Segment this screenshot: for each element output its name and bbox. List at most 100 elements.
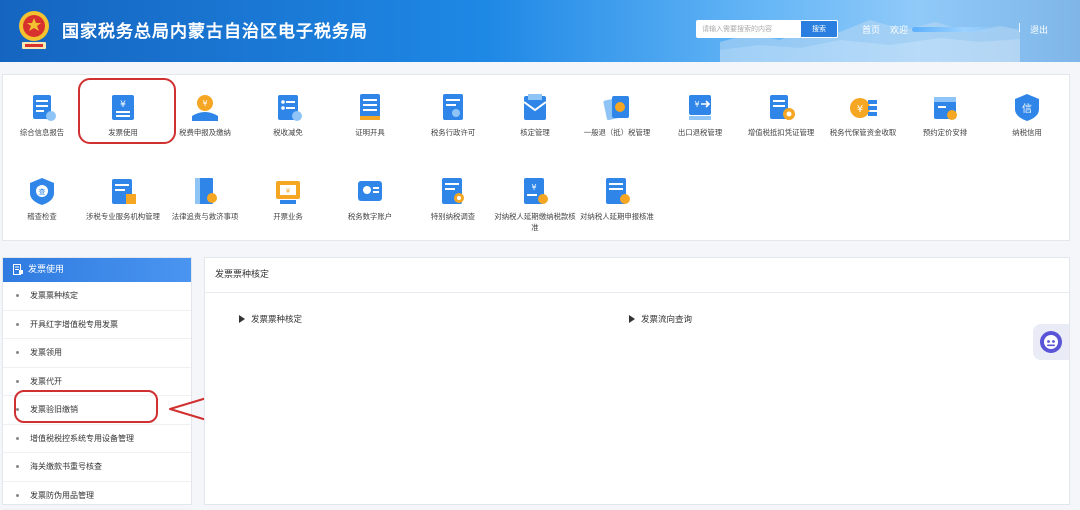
sidebar-menu-label: 开具红字增值税专用发票 — [30, 320, 118, 329]
function-tile-label: 一般退（抵）税管理 — [574, 127, 660, 138]
bullet-icon — [16, 437, 19, 440]
function-tile[interactable]: ¥ 对纳税人延期缴纳税款核准 — [492, 174, 578, 233]
sidebar-title: 发票使用 — [28, 265, 64, 275]
sidebar: 发票使用 发票票种核定开具红字增值税专用发票发票领用发票代开发票验旧缴销增值税税… — [2, 257, 192, 505]
svg-text:¥: ¥ — [531, 183, 536, 192]
refund-icon — [600, 90, 634, 124]
function-tile[interactable]: 对纳税人延期申报核准 — [574, 174, 660, 222]
function-tile[interactable]: 税务行政许可 — [410, 90, 496, 138]
certificate-icon — [353, 90, 387, 124]
content-link-ticket-type[interactable]: 发票票种核定 — [239, 313, 302, 325]
svg-text:信: 信 — [1022, 103, 1032, 115]
sidebar-menu-label: 发票领用 — [30, 348, 62, 357]
function-tile-label: 综合信息报告 — [0, 127, 85, 138]
sidebar-menu-label: 增值税税控系统专用设备管理 — [30, 434, 134, 443]
inspection-icon: 查 — [25, 174, 59, 208]
function-tile[interactable]: 税收减免 — [245, 90, 331, 138]
function-tile-label: 对纳税人延期申报核准 — [574, 211, 660, 222]
chat-assistant-button[interactable] — [1033, 324, 1069, 360]
sidebar-menu-item[interactable]: 发票票种核定 — [3, 282, 191, 311]
issue-invoice-icon: ¥ — [271, 174, 305, 208]
svg-text:¥: ¥ — [202, 99, 207, 108]
search-button[interactable]: 搜索 — [800, 20, 838, 38]
agency-icon — [106, 174, 140, 208]
sidebar-menu-label: 海关缴款书重号核查 — [30, 462, 102, 471]
function-tile[interactable]: 一般退（抵）税管理 — [574, 90, 660, 138]
svg-text:¥: ¥ — [286, 187, 291, 195]
sidebar-menu-item[interactable]: 海关缴款书重号核查 — [3, 453, 191, 482]
svg-text:¥: ¥ — [694, 100, 699, 109]
function-tile[interactable]: 信纳税信用 — [984, 90, 1070, 138]
function-tile-label: 税务代保管资金收取 — [820, 127, 906, 138]
national-emblem-icon — [14, 8, 54, 52]
logout-link[interactable]: 退出 — [1030, 23, 1048, 36]
function-tile-label: 税务行政许可 — [410, 127, 496, 138]
digital-account-icon — [353, 174, 387, 208]
function-tile-label: 涉税专业服务机构管理 — [80, 211, 166, 222]
function-tile-label: 核定管理 — [492, 127, 578, 138]
sidebar-menu-label: 发票代开 — [30, 377, 62, 386]
content-link-label: 发票票种核定 — [251, 315, 302, 325]
search-input[interactable] — [696, 20, 800, 38]
function-tile[interactable]: ¥ 税务代保管资金收取 — [820, 90, 906, 138]
sidebar-menu-item[interactable]: 增值税税控系统专用设备管理 — [3, 425, 191, 454]
tax-declare-icon: ¥ — [188, 90, 222, 124]
sidebar-menu-item[interactable]: 发票领用 — [3, 339, 191, 368]
bullet-icon — [16, 380, 19, 383]
document-icon — [13, 264, 23, 275]
export-refund-icon: ¥ — [683, 90, 717, 124]
admin-permit-icon — [436, 90, 470, 124]
function-tile[interactable]: 税务数字账户 — [327, 174, 413, 222]
home-link[interactable]: 首页 — [862, 23, 880, 36]
site-title: 国家税务总局内蒙古自治区电子税务局 — [62, 17, 368, 42]
sidebar-menu-label: 发票防伪用品管理 — [30, 491, 94, 500]
content-link-flow-query[interactable]: 发票流向查询 — [629, 313, 692, 325]
function-tile[interactable]: 核定管理 — [492, 90, 578, 138]
function-tile[interactable]: 证明开具 — [327, 90, 413, 138]
function-tile[interactable]: 综合信息报告 — [0, 90, 85, 138]
function-tile-label: 对纳税人延期缴纳税款核准 — [492, 211, 578, 233]
function-tile[interactable]: 查稽查检查 — [0, 174, 85, 222]
sidebar-header[interactable]: 发票使用 — [3, 258, 191, 282]
sidebar-menu-item[interactable]: 开具红字增值税专用发票 — [3, 311, 191, 340]
function-tile-label: 开票业务 — [245, 211, 331, 222]
blurred-user-name — [912, 27, 998, 32]
function-tile-label: 稽查检查 — [0, 211, 85, 222]
special-investigation-icon — [436, 174, 470, 208]
function-tile-label: 税收减免 — [245, 127, 331, 138]
triangle-right-icon — [239, 315, 245, 323]
triangle-right-icon — [629, 315, 635, 323]
chat-robot-icon — [1033, 324, 1069, 360]
function-tile[interactable]: 特别纳税调查 — [410, 174, 496, 222]
function-tile[interactable]: 增值税抵扣凭证管理 — [738, 90, 824, 138]
credit-icon: 信 — [1010, 90, 1044, 124]
assessment-icon — [518, 90, 552, 124]
pricing-icon — [928, 90, 962, 124]
annotation-highlight-invoice — [78, 78, 176, 144]
content-link-label: 发票流向查询 — [641, 315, 692, 325]
bullet-icon — [16, 323, 19, 326]
function-tile[interactable]: ¥ 开票业务 — [245, 174, 331, 222]
tax-reduction-icon — [271, 90, 305, 124]
content-title: 发票票种核定 — [205, 258, 1069, 293]
function-tile-label: 出口退税管理 — [657, 127, 743, 138]
content-panel: 发票票种核定 发票票种核定 发票流向查询 — [204, 257, 1070, 505]
deferred-declare-icon — [600, 174, 634, 208]
legal-icon — [188, 174, 222, 208]
annotation-highlight-menu — [14, 390, 158, 423]
function-tile-label: 预约定价安排 — [902, 127, 988, 138]
function-tile[interactable]: 法律追责与救济事项 — [162, 174, 248, 222]
svg-text:查: 查 — [39, 187, 46, 196]
custody-fund-icon: ¥ — [846, 90, 880, 124]
function-tile[interactable]: 预约定价安排 — [902, 90, 988, 138]
function-tile[interactable]: 涉税专业服务机构管理 — [80, 174, 166, 222]
report-icon — [25, 90, 59, 124]
vat-deduction-icon — [764, 90, 798, 124]
function-tile-label: 纳税信用 — [984, 127, 1070, 138]
function-tile[interactable]: ¥ 出口退税管理 — [657, 90, 743, 138]
sidebar-menu-item[interactable]: 发票防伪用品管理 — [3, 482, 191, 510]
deferred-payment-icon: ¥ — [518, 174, 552, 208]
bullet-icon — [16, 494, 19, 497]
svg-text:¥: ¥ — [857, 104, 863, 115]
bullet-icon — [16, 465, 19, 468]
